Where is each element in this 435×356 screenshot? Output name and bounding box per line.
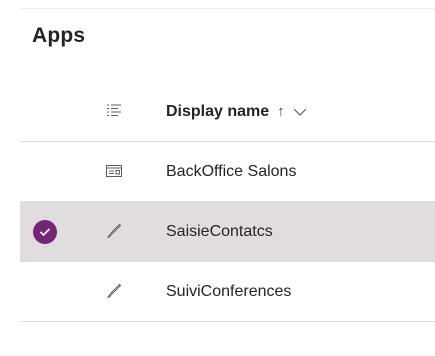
chevron-down-icon[interactable] [293, 107, 307, 117]
canvas-app-icon [106, 222, 122, 240]
page-title: Apps [32, 24, 86, 47]
apps-panel: Apps Display name ↑ BackOffice Salons Sa… [0, 0, 435, 356]
sort-ascending-icon: ↑ [277, 103, 285, 120]
app-name[interactable]: BackOffice Salons [166, 142, 296, 201]
list-view-icon[interactable] [106, 102, 122, 120]
table-row-selected[interactable]: SaisieContatcs [20, 202, 435, 262]
canvas-app-icon [106, 282, 122, 300]
display-name-column-header[interactable]: Display name ↑ [166, 82, 307, 141]
model-driven-app-icon [106, 162, 122, 180]
column-header-row: Display name ↑ [20, 82, 435, 142]
app-name[interactable]: SuiviConferences [166, 262, 291, 321]
table-row[interactable]: BackOffice Salons [20, 142, 435, 202]
selected-check-icon[interactable] [33, 220, 57, 244]
display-name-header-label: Display name [166, 102, 270, 120]
app-name[interactable]: SaisieContatcs [166, 202, 273, 261]
table-row[interactable]: SuiviConferences [20, 262, 435, 322]
top-divider [20, 8, 435, 9]
apps-list: Display name ↑ BackOffice Salons SaisieC… [20, 82, 435, 322]
